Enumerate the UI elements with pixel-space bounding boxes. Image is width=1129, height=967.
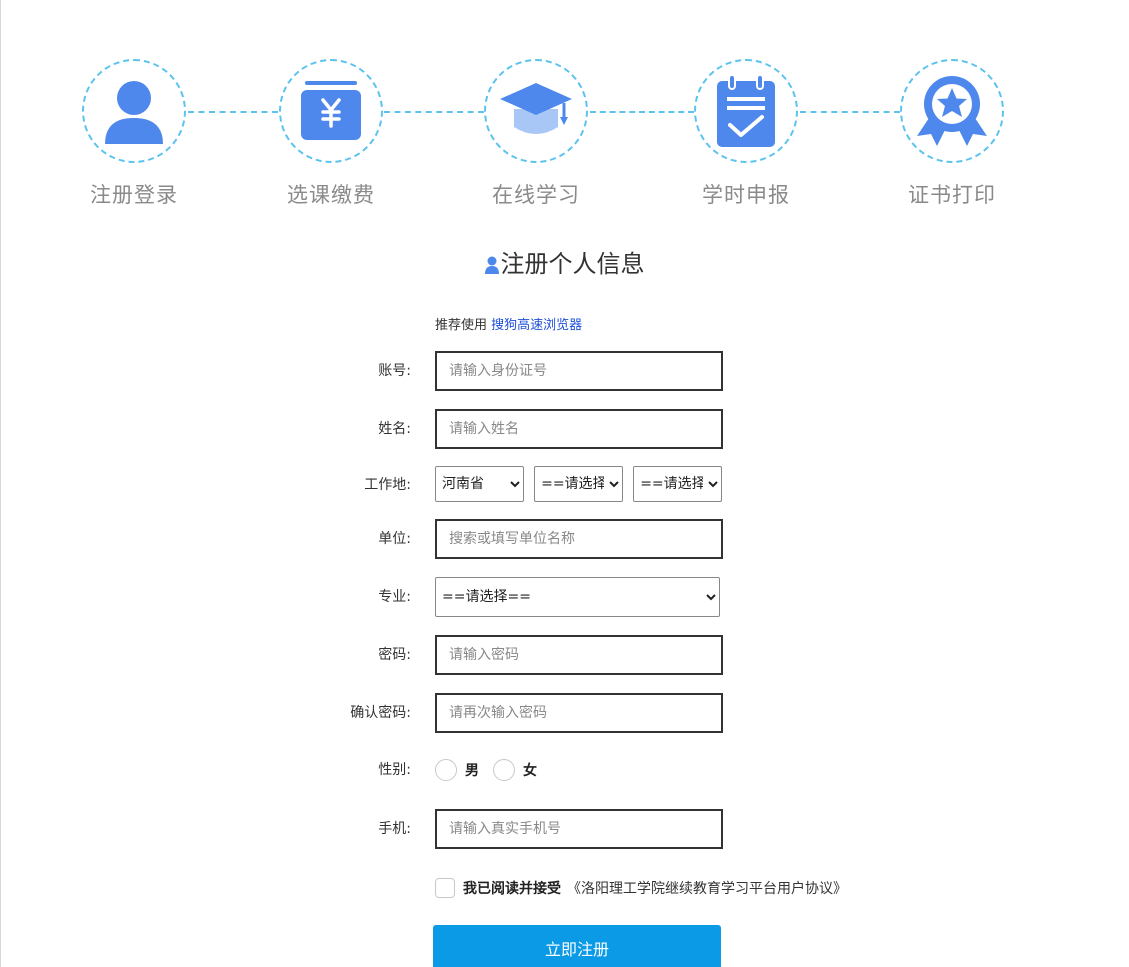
graduation-cap-icon bbox=[500, 83, 572, 134]
district-select[interactable]: ==请选择== bbox=[633, 466, 723, 502]
confirm-password-row: 确认密码: bbox=[0, 693, 1129, 733]
unit-label: 单位: bbox=[378, 531, 411, 547]
form-title-text: 注册个人信息 bbox=[500, 250, 645, 278]
user-icon bbox=[105, 81, 163, 144]
phone-label: 手机: bbox=[378, 821, 411, 837]
gender-male-label[interactable]: 男 bbox=[465, 760, 479, 780]
city-select[interactable]: ==请选择== bbox=[534, 466, 624, 502]
major-row: 专业: ==请选择== bbox=[0, 577, 1129, 617]
step-online-study: 在线学习 bbox=[456, 59, 616, 209]
phone-input[interactable] bbox=[435, 809, 723, 849]
province-select[interactable]: 河南省 bbox=[435, 466, 524, 502]
step-label: 在线学习 bbox=[492, 183, 580, 207]
step-circle bbox=[900, 59, 1004, 163]
confirm-password-label: 确认密码: bbox=[350, 705, 411, 721]
form-title: 注册个人信息 bbox=[0, 244, 1129, 279]
step-circle bbox=[82, 59, 186, 163]
step-circle bbox=[484, 59, 588, 163]
step-circle bbox=[694, 59, 798, 163]
step-certificate-print: 证书打印 bbox=[872, 59, 1032, 209]
award-badge-icon bbox=[917, 76, 987, 146]
register-button[interactable]: 立即注册 bbox=[433, 925, 721, 967]
password-row: 密码: bbox=[0, 635, 1129, 675]
name-label: 姓名: bbox=[378, 421, 411, 437]
password-input[interactable] bbox=[435, 635, 723, 675]
agreement-checkbox[interactable] bbox=[435, 878, 455, 898]
major-select[interactable]: ==请选择== bbox=[435, 577, 720, 617]
name-input[interactable] bbox=[435, 409, 723, 449]
step-label: 选课缴费 bbox=[287, 183, 375, 207]
account-row: 账号: bbox=[0, 351, 1129, 391]
step-course-payment: 选课缴费 bbox=[251, 59, 411, 209]
agreement-text: 我已阅读并接受 bbox=[463, 881, 561, 897]
step-label: 注册登录 bbox=[90, 183, 178, 207]
phone-row: 手机: bbox=[0, 809, 1129, 849]
agreement: 我已阅读并接受 《洛阳理工学院继续教育学习平台用户协议》 bbox=[435, 878, 847, 898]
gender-male-radio[interactable] bbox=[435, 759, 457, 781]
yuan-wallet-icon bbox=[301, 81, 361, 140]
password-label: 密码: bbox=[378, 647, 411, 663]
step-register: 注册登录 bbox=[54, 59, 214, 209]
user-agreement-link[interactable]: 《洛阳理工学院继续教育学习平台用户协议》 bbox=[567, 878, 847, 898]
workplace-row: 工作地: 河南省 ==请选择== ==请选择== bbox=[0, 465, 1129, 505]
account-label: 账号: bbox=[378, 363, 411, 379]
account-input[interactable] bbox=[435, 351, 723, 391]
browser-recommendation: 推荐使用 搜狗高速浏览器 bbox=[435, 314, 582, 333]
gender-label: 性别: bbox=[378, 762, 411, 778]
recommend-prefix: 推荐使用 bbox=[435, 318, 488, 333]
confirm-password-input[interactable] bbox=[435, 693, 723, 733]
step-label: 证书打印 bbox=[908, 183, 996, 207]
unit-input[interactable] bbox=[435, 519, 723, 559]
major-label: 专业: bbox=[378, 589, 411, 605]
name-row: 姓名: bbox=[0, 409, 1129, 449]
unit-row: 单位: bbox=[0, 519, 1129, 559]
gender-row: 性别: 男 女 bbox=[0, 750, 1129, 790]
workplace-label: 工作地: bbox=[364, 477, 411, 493]
step-label: 学时申报 bbox=[702, 183, 790, 207]
gender-female-radio[interactable] bbox=[493, 759, 515, 781]
user-small-icon bbox=[484, 256, 499, 274]
gender-female-label[interactable]: 女 bbox=[523, 760, 537, 780]
process-steps: 注册登录 选课缴费 在线学习 学时申报 证书打印 bbox=[0, 0, 1129, 220]
step-hours-report: 学时申报 bbox=[666, 59, 826, 209]
checklist-icon bbox=[717, 75, 775, 147]
step-circle bbox=[279, 59, 383, 163]
sogou-browser-link[interactable]: 搜狗高速浏览器 bbox=[491, 318, 582, 333]
